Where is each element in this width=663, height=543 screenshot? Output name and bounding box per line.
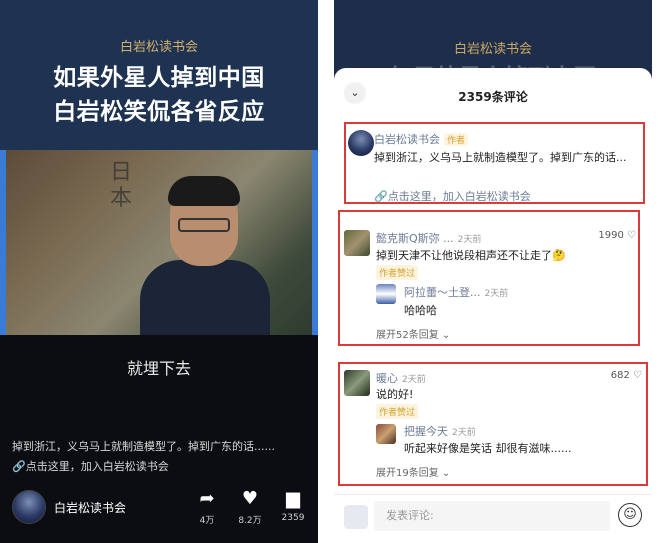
reply-text: 哈哈哈 [404,304,437,317]
comment-like-count: 1990 [598,230,624,241]
headline-line-1: 如果外星人掉到中国 [53,65,265,91]
join-link[interactable]: 🔗点击这里，加入白岩松读书会 [374,188,531,204]
link-icon: 🔗 [12,460,26,473]
comment-icon: ▆ [286,488,300,509]
comment-author-name[interactable]: 白岩松读书会 作者 [374,131,469,147]
comment-time: 2天前 [457,235,482,245]
speaker-figure [140,176,270,335]
comment-item[interactable]: 暖心 2天前 682 ♡ 说的好! 作者赞过 把握今天 2天前 听起来好像是笑话 却… [338,362,648,486]
commenter-name[interactable]: 暖心 2天前 [376,370,426,386]
comment-count-title: 2359条评论 [458,90,528,104]
like-button[interactable]: ♥ 8.2万 [233,488,267,526]
comment-text: 掉到天津不让他说段相声还不让走了🤔 [376,249,566,262]
author-liked-badge: 作者赞过 [376,404,419,419]
link-icon: 🔗 [374,190,388,203]
reply-time: 2天前 [484,289,509,299]
video-edge-right [312,150,318,335]
share-button[interactable]: ➦ 4万 [190,488,224,526]
comment-like-button[interactable]: 682 ♡ [586,370,642,381]
heart-icon: ♥ [241,488,259,509]
headline-line-2: 白岩松笑侃各省反应 [53,99,265,125]
comment-item[interactable]: 懿克斯Q斯弥 ... 2天前 1990 ♡ 掉到天津不让他说段相声还不让走了🤔 作… [338,210,640,346]
comment-like-count: 682 [610,370,630,381]
expand-replies-button[interactable]: 展开52条回复 ⌄ [376,326,450,341]
expand-replies-button[interactable]: 展开19条回复 ⌄ [376,464,450,479]
reply-avatar[interactable] [376,424,396,444]
comment-text: 掉到浙江，义乌马上就制造模型了。掉到广东的话... [374,151,627,164]
reply-avatar[interactable] [376,284,396,304]
smile-icon[interactable]: ☺ [618,503,642,527]
comment-time: 2天前 [402,375,426,385]
join-link-text: 点击这里，加入白岩松读书会 [25,460,169,473]
comment-button[interactable]: ▆ 2359 [276,488,310,523]
chevron-down-icon: ⌄ [441,468,451,479]
background-calligraphy: 日 本 [110,160,133,211]
author-badge: 作者 [444,133,469,146]
comment-sheet: ⌄ 2359条评论 白岩松读书会 作者 掉到浙江，义乌马上就制造模型了。掉到广东的… [334,68,652,543]
heart-outline-icon: ♡ [627,230,636,241]
video-bottom-bar: 白岩松读书会 ➦ 4万 ♥ 8.2万 ▆ 2359 [0,480,318,543]
video-player-screen: 白岩松读书会 如果外星人掉到中国 白岩松笑侃各省反应 日 本 就埋下去 掉到浙江… [0,0,318,543]
video-frame[interactable]: 日 本 [0,150,318,335]
reply-author-name[interactable]: 把握今天 2天前 [404,423,476,439]
reply-text: 听起来好像是笑话 却很有滋味...... [404,442,572,455]
video-edge-left [0,150,6,335]
author-avatar[interactable] [12,490,46,524]
commenter-avatar[interactable] [344,230,370,256]
comment-count: 2359 [281,513,305,523]
video-description: 掉到浙江，义乌马上就制造模型了。掉到广东的话...... [12,440,275,453]
comment-text: 说的好! [376,388,414,401]
comment-input[interactable]: 发表评论: [374,501,610,531]
like-count: 8.2万 [238,516,262,526]
comment-input-bar: 发表评论: ☺ [334,494,652,543]
video-title-banner: 白岩松读书会 如果外星人掉到中国 白岩松笑侃各省反应 [0,0,318,150]
reply-time: 2天前 [452,428,476,438]
commenter-avatar[interactable] [344,370,370,396]
author-name[interactable]: 白岩松读书会 [54,499,126,516]
author-avatar[interactable] [348,130,374,156]
heart-outline-icon: ♡ [633,370,642,381]
reply-author-name[interactable]: 阿拉蕾～土登... 2天前 [404,284,508,300]
share-count: 4万 [199,516,215,526]
join-link[interactable]: 🔗点击这里，加入白岩松读书会 [12,458,169,474]
brand-label: 白岩松读书会 [453,42,532,57]
screenshot-root: 白岩松读书会 如果外星人掉到中国 白岩松笑侃各省反应 日 本 就埋下去 掉到浙江… [0,0,663,543]
page-edge [655,0,663,543]
chevron-down-icon: ⌄ [441,330,451,341]
user-avatar [344,505,368,529]
share-icon: ➦ [199,488,215,509]
pinned-author-comment[interactable]: 白岩松读书会 作者 掉到浙江，义乌马上就制造模型了。掉到广东的话... 🔗点击这里… [344,122,645,204]
video-subtitle: 就埋下去 [126,359,191,378]
commenter-name[interactable]: 懿克斯Q斯弥 ... 2天前 [376,230,481,246]
brand-label: 白岩松读书会 [119,40,198,55]
comment-like-button[interactable]: 1990 ♡ [580,230,636,241]
author-liked-badge: 作者赞过 [376,265,419,280]
comments-screen: 白岩松读书会 如果外星人掉到中国 ⌄ 2359条评论 白岩松读书会作者 掉到浙江… [334,0,652,543]
